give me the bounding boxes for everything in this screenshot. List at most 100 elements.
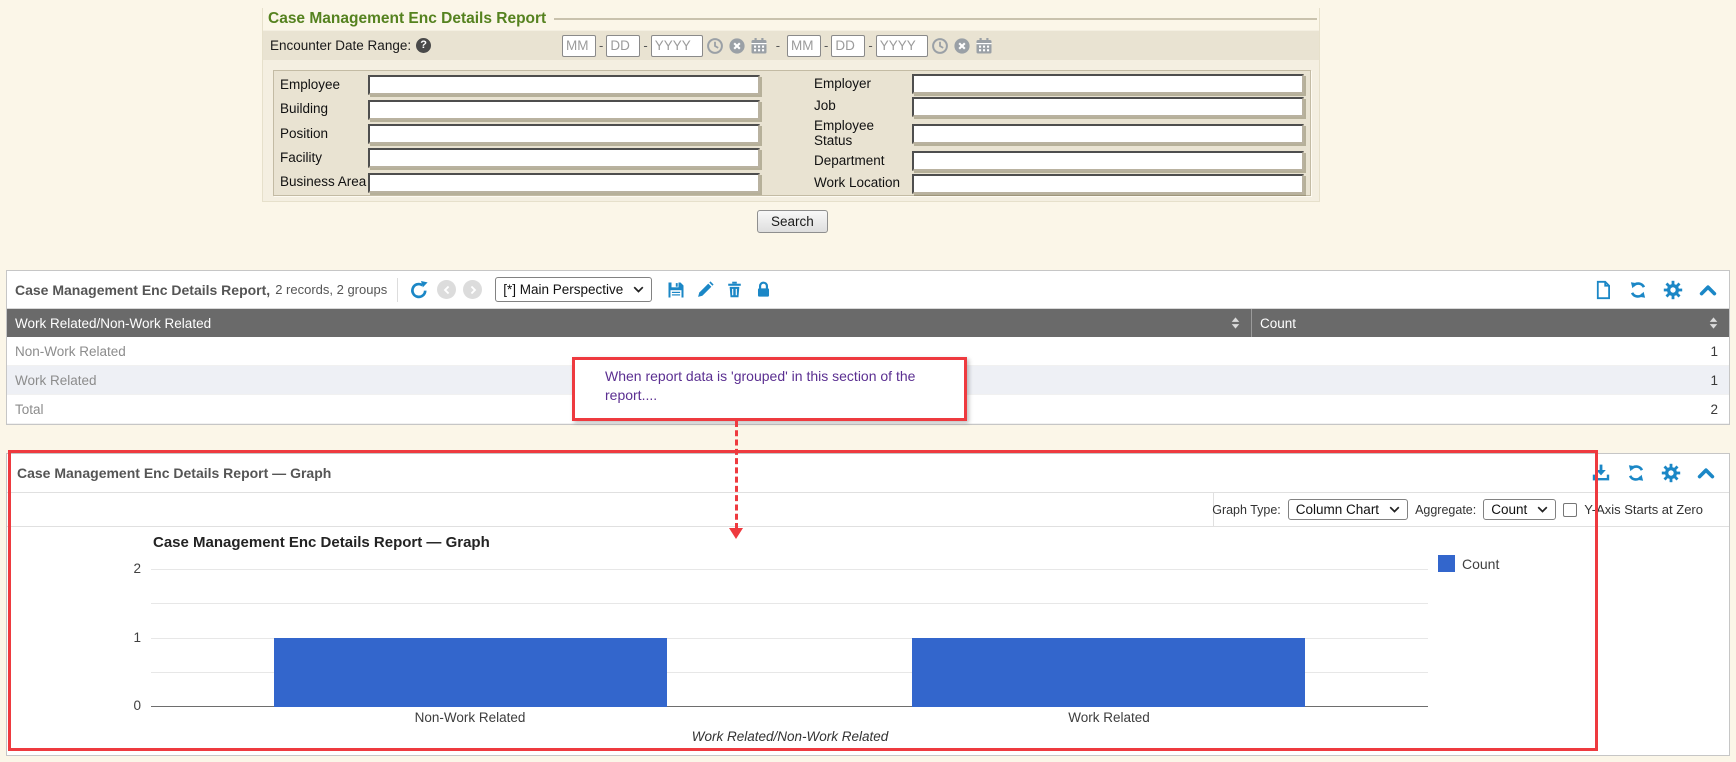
- field-input-job[interactable]: [912, 97, 1304, 117]
- column-header-group[interactable]: Work Related/Non-Work Related: [7, 309, 1251, 337]
- x-axis-title: Work Related/Non-Work Related: [590, 729, 990, 744]
- field-label-employer: Employer: [814, 77, 912, 92]
- settings-gear-icon[interactable]: [1662, 279, 1684, 301]
- perspective-select-value: [*] Main Perspective: [503, 282, 623, 297]
- edit-perspective-icon[interactable]: [694, 279, 716, 301]
- field-input-position[interactable]: [368, 124, 760, 144]
- toolbar-divider: [397, 278, 398, 302]
- delete-perspective-icon[interactable]: [723, 279, 745, 301]
- field-label-department: Department: [814, 154, 912, 169]
- collapse-icon[interactable]: [1695, 462, 1717, 484]
- field-input-facility[interactable]: [368, 148, 760, 168]
- clock-icon[interactable]: [706, 36, 725, 55]
- end-year-input[interactable]: [876, 35, 928, 57]
- count-cell: 1: [1251, 373, 1729, 388]
- start-month-input[interactable]: [562, 35, 596, 57]
- table-record-count: 2 records, 2 groups: [275, 282, 387, 297]
- next-perspective-icon[interactable]: [463, 280, 482, 299]
- prev-perspective-icon[interactable]: [437, 280, 456, 299]
- column-header-count[interactable]: Count: [1251, 309, 1729, 337]
- table-title: Case Management Enc Details Report,: [15, 282, 270, 298]
- yaxis-zero-checkbox[interactable]: [1563, 503, 1577, 517]
- annotation-arrowhead: [729, 528, 743, 539]
- dropdown-chevron-icon: [1537, 506, 1548, 513]
- undo-icon[interactable]: [408, 279, 430, 301]
- new-report-icon[interactable]: [1592, 279, 1614, 301]
- annotation-text: When report data is 'grouped' in this se…: [605, 368, 915, 403]
- start-day-input[interactable]: [606, 35, 640, 57]
- bar-non-work-related[interactable]: [274, 638, 667, 707]
- aggregate-value: Count: [1491, 502, 1527, 517]
- count-cell: 2: [1251, 402, 1729, 417]
- graph-controls: Graph Type: Column Chart Aggregate: Coun…: [1212, 493, 1703, 526]
- lock-perspective-icon[interactable]: [752, 279, 774, 301]
- count-cell: 1: [1251, 344, 1729, 359]
- filter-field-row: Department: [814, 151, 1306, 171]
- date-range-separator: -: [776, 38, 780, 53]
- refresh-icon[interactable]: [1625, 462, 1647, 484]
- date-range-label: Encounter Date Range:: [270, 38, 411, 53]
- field-label-business-area: Business Area: [280, 175, 368, 190]
- field-input-employee[interactable]: [368, 75, 760, 95]
- date-separator: -: [599, 38, 603, 53]
- save-perspective-icon[interactable]: [665, 279, 687, 301]
- search-button[interactable]: Search: [757, 210, 828, 233]
- table-header: Work Related/Non-Work Related Count: [7, 309, 1729, 337]
- refresh-icon[interactable]: [1627, 279, 1649, 301]
- start-year-input[interactable]: [651, 35, 703, 57]
- sort-icon[interactable]: [1706, 315, 1721, 331]
- field-input-business-area[interactable]: [368, 173, 760, 193]
- table-panel-actions: [1592, 279, 1721, 301]
- field-label-building: Building: [280, 102, 368, 117]
- field-input-work-location[interactable]: [912, 174, 1304, 194]
- x-category-label: Work Related: [959, 710, 1259, 725]
- clear-date-icon[interactable]: [728, 36, 747, 55]
- bar-work-related[interactable]: [912, 638, 1305, 707]
- field-label-work-location: Work Location: [814, 176, 912, 191]
- annotation-arrow: [735, 421, 738, 529]
- chart-title: Case Management Enc Details Report — Gra…: [153, 534, 490, 551]
- filter-field-row: Employee: [280, 75, 766, 95]
- y-tick-label: 0: [101, 697, 141, 715]
- collapse-icon[interactable]: [1697, 279, 1719, 301]
- chart-gridline: [151, 603, 1428, 604]
- clock-icon[interactable]: [931, 36, 950, 55]
- help-icon[interactable]: ?: [416, 38, 431, 53]
- sort-icon[interactable]: [1228, 315, 1243, 331]
- date-range-row: Encounter Date Range: ? - - - -: [263, 31, 1319, 60]
- filter-field-row: Facility: [280, 148, 766, 168]
- settings-gear-icon[interactable]: [1660, 462, 1682, 484]
- download-icon[interactable]: [1590, 462, 1612, 484]
- column-header-label: Count: [1260, 316, 1296, 331]
- clear-date-icon[interactable]: [953, 36, 972, 55]
- page: Case Management Enc Details Report Encou…: [0, 0, 1736, 762]
- calendar-icon[interactable]: [750, 36, 769, 55]
- end-month-input[interactable]: [787, 35, 821, 57]
- search-form: Case Management Enc Details Report Encou…: [262, 8, 1320, 202]
- graph-panel: Case Management Enc Details Report — Gra…: [6, 453, 1730, 756]
- graph-type-value: Column Chart: [1296, 502, 1379, 517]
- filter-field-row: Work Location: [814, 174, 1306, 194]
- date-range-inputs: - - - - -: [562, 31, 994, 60]
- calendar-icon[interactable]: [975, 36, 994, 55]
- graph-type-select[interactable]: Column Chart: [1288, 499, 1408, 520]
- aggregate-select[interactable]: Count: [1483, 499, 1556, 520]
- filter-field-row: Employer: [814, 74, 1306, 94]
- field-input-employer[interactable]: [912, 74, 1304, 94]
- y-tick-label: 2: [101, 560, 141, 578]
- graph-panel-actions: [1590, 462, 1719, 484]
- field-input-department[interactable]: [912, 151, 1304, 171]
- filter-field-row: Position: [280, 124, 766, 144]
- end-day-input[interactable]: [831, 35, 865, 57]
- field-label-position: Position: [280, 127, 368, 142]
- field-label-employee-status: Employee Status: [814, 119, 912, 149]
- graph-type-label: Graph Type:: [1212, 503, 1281, 517]
- date-separator: -: [868, 38, 872, 53]
- field-label-employee: Employee: [280, 78, 368, 93]
- field-input-employee-status[interactable]: [912, 124, 1304, 144]
- field-input-building[interactable]: [368, 100, 760, 120]
- field-label-job: Job: [814, 99, 912, 114]
- graph-panel-title: Case Management Enc Details Report — Gra…: [17, 465, 331, 481]
- fieldset-legend-row: Case Management Enc Details Report: [263, 8, 1319, 30]
- perspective-select[interactable]: [*] Main Perspective: [495, 277, 652, 302]
